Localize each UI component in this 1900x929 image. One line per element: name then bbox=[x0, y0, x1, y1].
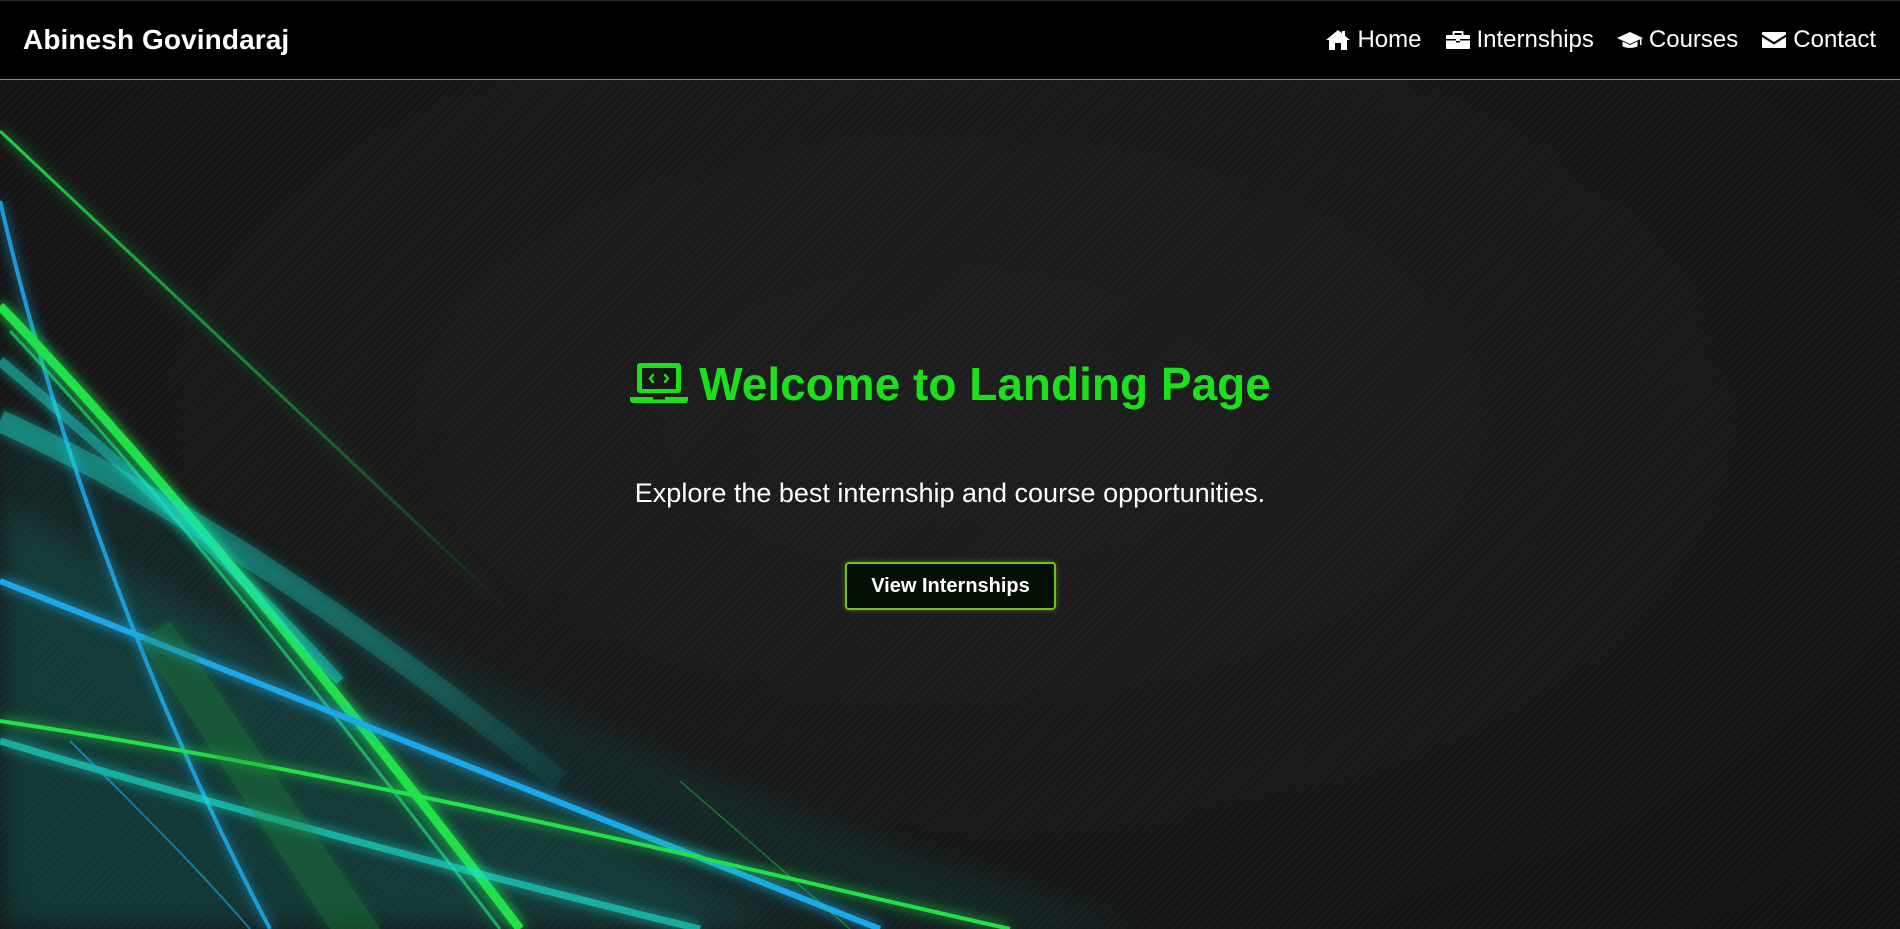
nav-contact[interactable]: Contact bbox=[1761, 26, 1876, 54]
envelope-icon bbox=[1762, 32, 1787, 48]
nav-internships[interactable]: Internships bbox=[1445, 26, 1594, 54]
home-icon bbox=[1326, 30, 1351, 50]
hero-section: Welcome to Landing Page Explore the best… bbox=[0, 81, 1900, 929]
nav-courses[interactable]: Courses bbox=[1616, 26, 1739, 54]
hero-subtitle: Explore the best internship and course o… bbox=[634, 478, 1266, 508]
hero-title: Welcome to Landing Page bbox=[0, 357, 1900, 411]
nav-contact-label: Contact bbox=[1793, 26, 1876, 53]
graduation-cap-icon bbox=[1616, 32, 1643, 48]
nav-home[interactable]: Home bbox=[1325, 26, 1422, 54]
hero-title-text: Welcome to Landing Page bbox=[699, 358, 1271, 410]
view-internships-button[interactable]: View Internships bbox=[845, 562, 1056, 610]
nav-links: Home Internships Courses Contact bbox=[1302, 26, 1876, 54]
brand-name[interactable]: Abinesh Govindaraj bbox=[23, 24, 289, 56]
laptop-code-icon bbox=[630, 363, 689, 403]
briefcase-icon bbox=[1445, 31, 1470, 49]
top-navbar: Abinesh Govindaraj Home Internships Cour… bbox=[0, 0, 1900, 80]
nav-internships-label: Internships bbox=[1476, 26, 1594, 53]
nav-home-label: Home bbox=[1357, 26, 1422, 53]
nav-courses-label: Courses bbox=[1648, 26, 1739, 53]
